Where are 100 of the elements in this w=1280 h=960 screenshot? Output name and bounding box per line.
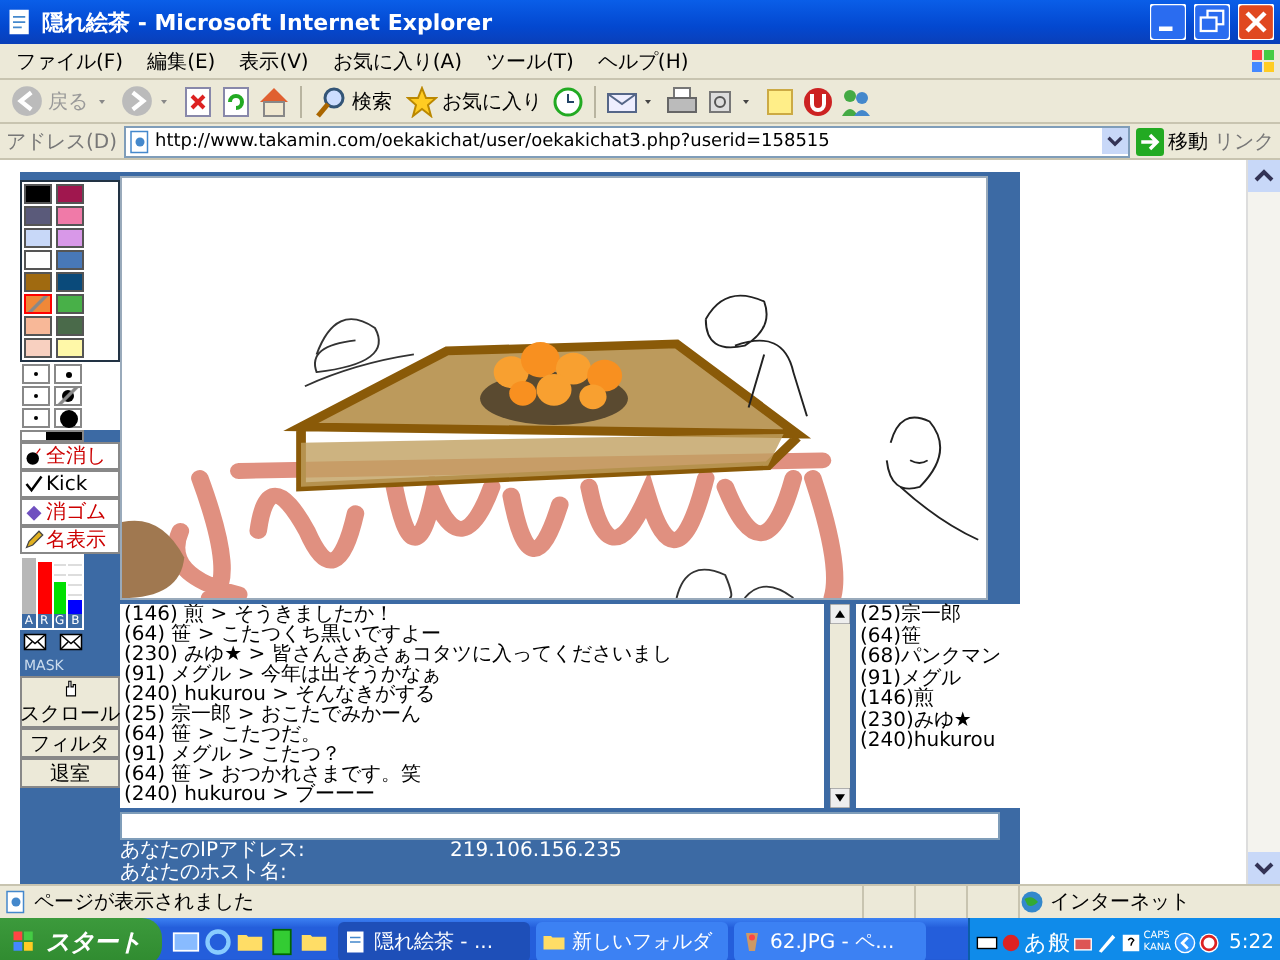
tool-button[interactable]: 全消し — [20, 442, 120, 470]
pen-size-option[interactable] — [54, 408, 82, 428]
favorites-button[interactable]: お気に入り — [402, 85, 546, 117]
filter-button[interactable]: フィルタ — [20, 728, 120, 758]
user-list-item[interactable]: (146)煎 — [860, 690, 1020, 711]
tool-button[interactable]: Kick — [20, 470, 120, 498]
chat-message: (64) 笹 > こたつだ。 — [124, 726, 323, 746]
color-swatch[interactable] — [56, 250, 84, 270]
minimize-icon[interactable] — [1150, 4, 1186, 40]
arrow-left-icon[interactable] — [1173, 931, 1196, 953]
scroll-down-icon — [1248, 852, 1280, 884]
color-swatch[interactable] — [24, 250, 52, 270]
zone-text: インターネット — [1050, 890, 1190, 916]
taskbar-task[interactable]: 62.JPG - ペ... — [734, 922, 926, 960]
close-icon[interactable] — [1238, 4, 1274, 40]
desktop-icon[interactable] — [172, 928, 200, 956]
no-entry-icon[interactable] — [1197, 931, 1220, 953]
info-value: 219.106.156.235 — [450, 840, 622, 862]
page-icon — [4, 890, 28, 914]
page-icon — [127, 129, 152, 153]
stop-icon[interactable] — [182, 85, 214, 117]
info-label: あなたのIPアドレス: — [120, 840, 307, 862]
menu-item[interactable]: お気に入り(A) — [320, 47, 474, 75]
taskbar-task[interactable]: 隠れ絵茶 - ... — [338, 922, 530, 960]
chat-scrollbar[interactable] — [830, 604, 850, 809]
meter-bar[interactable] — [37, 561, 51, 614]
u-circle-icon[interactable] — [802, 85, 834, 117]
drawing-canvas[interactable] — [120, 176, 988, 600]
color-swatch[interactable] — [24, 316, 52, 336]
start-button[interactable]: スタート — [0, 918, 162, 960]
chat-message: (91) メグル > 今年は出そうかなぁ — [124, 666, 443, 686]
home-icon[interactable] — [258, 85, 290, 117]
color-swatch[interactable] — [24, 206, 52, 226]
tool-button[interactable]: 消ゴム — [20, 498, 120, 526]
chat-message: (91) メグル > こたつ？ — [124, 746, 343, 766]
star-icon — [406, 85, 438, 117]
envelope-icon[interactable] — [56, 630, 86, 654]
ime-mode[interactable]: あ — [1023, 927, 1046, 957]
window-title: 隠れ絵茶 - Microsoft Internet Explorer — [42, 7, 494, 37]
color-swatch[interactable] — [24, 272, 52, 292]
meter-bar[interactable] — [68, 599, 82, 614]
pen-size-option[interactable] — [54, 364, 82, 384]
color-swatch[interactable] — [56, 206, 84, 226]
pen-size-option[interactable] — [22, 386, 50, 406]
pen-size-option[interactable] — [54, 386, 82, 406]
scroll-up-icon — [1248, 160, 1280, 192]
chat-input-field[interactable] — [120, 812, 1000, 840]
menu-item[interactable]: ツール(T) — [474, 47, 586, 75]
menu-item[interactable]: ヘルプ(H) — [585, 47, 701, 75]
taskbar-task[interactable]: 新しいフォルダ — [536, 922, 728, 960]
user-list-item[interactable]: (25)宗一郎 — [860, 606, 1020, 627]
restore-icon[interactable] — [1194, 4, 1230, 40]
status-text: ページが表示されました — [34, 889, 256, 916]
history-icon[interactable] — [552, 85, 584, 117]
pen-size-option[interactable] — [22, 364, 50, 384]
pen-size-option[interactable] — [22, 408, 50, 428]
scroll-button[interactable]: スクロール — [20, 676, 120, 728]
check-icon — [24, 474, 44, 494]
color-swatch[interactable] — [56, 228, 84, 248]
user-list-item[interactable]: (68)パンクマン — [860, 648, 1020, 669]
color-swatch[interactable] — [56, 272, 84, 292]
user-list-item[interactable]: (230)みゆ★ — [860, 711, 1020, 732]
color-swatch[interactable] — [24, 294, 52, 314]
menu-item[interactable]: 編集(E) — [135, 47, 228, 75]
search-icon — [316, 85, 348, 117]
user-list-item[interactable]: (64)笹 — [860, 627, 1020, 648]
user-list-item[interactable]: (91)メグル — [860, 669, 1020, 690]
windows-logo-icon — [1248, 45, 1280, 77]
go-button[interactable]: 移動 — [1136, 127, 1208, 155]
ime-mode[interactable]: 般 — [1047, 927, 1070, 957]
printer-icon[interactable] — [666, 85, 698, 117]
address-field[interactable]: http://www.takamin.com/oekakichat/user/oekakichat3.php?userid=158515 — [123, 125, 1130, 157]
people-icon[interactable] — [840, 85, 872, 117]
chat-message: (240) hukurou > そんなきがする — [124, 686, 438, 706]
color-swatch[interactable] — [56, 338, 84, 358]
color-swatch[interactable] — [24, 184, 52, 204]
chat-message: (64) 笹 > こたつくち黒いですよー — [124, 626, 441, 646]
envelope-icon[interactable] — [20, 630, 50, 654]
links-label[interactable]: リンク — [1214, 127, 1274, 155]
eraser-icon — [24, 502, 44, 522]
color-swatch[interactable] — [24, 228, 52, 248]
edit-icon[interactable] — [704, 85, 736, 117]
user-list-item[interactable]: (240)hukurou — [860, 732, 1020, 753]
refresh-icon[interactable] — [220, 85, 252, 117]
browser-page-icon — [6, 8, 34, 36]
color-swatch[interactable] — [56, 316, 84, 336]
chat-message: (240) hukurou > ブーーー — [124, 786, 376, 806]
menu-item[interactable]: ファイル(F) — [4, 47, 136, 75]
color-swatch[interactable] — [24, 338, 52, 358]
search-button[interactable]: 検索 — [312, 85, 396, 117]
page-scrollbar[interactable] — [1246, 160, 1280, 884]
color-swatch[interactable] — [56, 294, 84, 314]
menu-item[interactable]: 表示(V) — [227, 47, 321, 75]
dropdown-icon[interactable] — [1102, 128, 1128, 154]
tool-button[interactable]: 名表示 — [20, 526, 120, 554]
line-width-preview — [20, 430, 84, 442]
exit-button[interactable]: 退室 — [20, 758, 120, 788]
color-swatch[interactable] — [56, 184, 84, 204]
chat-message: (64) 笹 > おつかれさまです。笑 — [124, 766, 423, 786]
browser-icon[interactable] — [204, 928, 232, 956]
